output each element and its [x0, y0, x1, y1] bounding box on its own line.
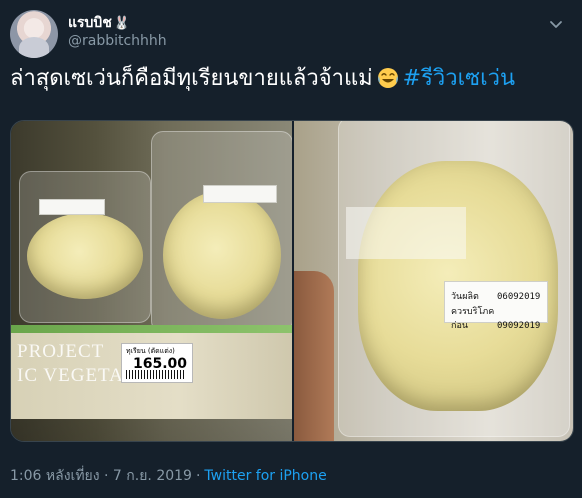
pack-sticker [203, 185, 277, 203]
tweet-body: ล่าสุดเซเว่นก็คือมีทุเรียนขายแล้วจ้าแม่ [10, 66, 373, 91]
tweet-header: แรบบิช 🐰 @rabbitchhhh [10, 10, 570, 58]
produced-label: วันผลิต [451, 292, 479, 302]
avatar[interactable] [10, 10, 58, 58]
separator-dot: · [195, 468, 201, 484]
chevron-down-icon[interactable] [548, 16, 564, 32]
durian-pack-closeup-photo[interactable]: วันผลิต 06092019 ควรบริโภคก่อน 09092019 [294, 121, 573, 441]
pack-sticker [346, 207, 466, 259]
barcode [126, 370, 186, 379]
hand [294, 271, 334, 441]
best-before-label: ควรบริโภคก่อน [451, 307, 495, 331]
display-name-text[interactable]: แรบบิช [68, 15, 112, 31]
best-before-date: ควรบริโภคก่อน 09092019 [451, 304, 540, 332]
pack-sticker [39, 199, 105, 215]
produced-value: 06092019 [497, 292, 541, 302]
durian-pack [27, 213, 143, 299]
rabbit-emoji-icon: 🐰 [113, 16, 131, 31]
face-with-tears-of-joy-icon [377, 67, 399, 89]
hashtag-link[interactable]: #รีวิวเซเว่น [403, 66, 515, 91]
tweet-media[interactable]: PROJECT IC VEGETA ทุเรียน (ตัดแต่ง) 165.… [10, 120, 574, 442]
durian-shelf-photo[interactable]: PROJECT IC VEGETA ทุเรียน (ตัดแต่ง) 165.… [11, 121, 292, 441]
best-before-value: 09092019 [497, 321, 541, 331]
shelf-edge [11, 325, 292, 333]
tweet-text: ล่าสุดเซเว่นก็คือมีทุเรียนขายแล้วจ้าแม่ … [10, 64, 570, 94]
shelf-sign-text-2: IC VEGETA [17, 365, 124, 386]
display-name[interactable]: แรบบิช 🐰 [68, 12, 130, 34]
durian-pack [163, 191, 281, 319]
timestamp[interactable]: 1:06 หลังเที่ยง · 7 ก.ย. 2019 [10, 468, 192, 484]
shelf-sign-text: PROJECT [17, 341, 105, 362]
produced-date: วันผลิต 06092019 [451, 289, 540, 303]
source-link[interactable]: Twitter for iPhone [204, 468, 326, 484]
price-tag: ทุเรียน (ตัดแต่ง) 165.00 [121, 343, 193, 383]
tweet-footer: 1:06 หลังเที่ยง · 7 ก.ย. 2019 · Twitter fo… [10, 465, 327, 487]
user-handle[interactable]: @rabbitchhhh [68, 33, 167, 49]
date-sticker: วันผลิต 06092019 ควรบริโภคก่อน 09092019 [444, 281, 548, 331]
